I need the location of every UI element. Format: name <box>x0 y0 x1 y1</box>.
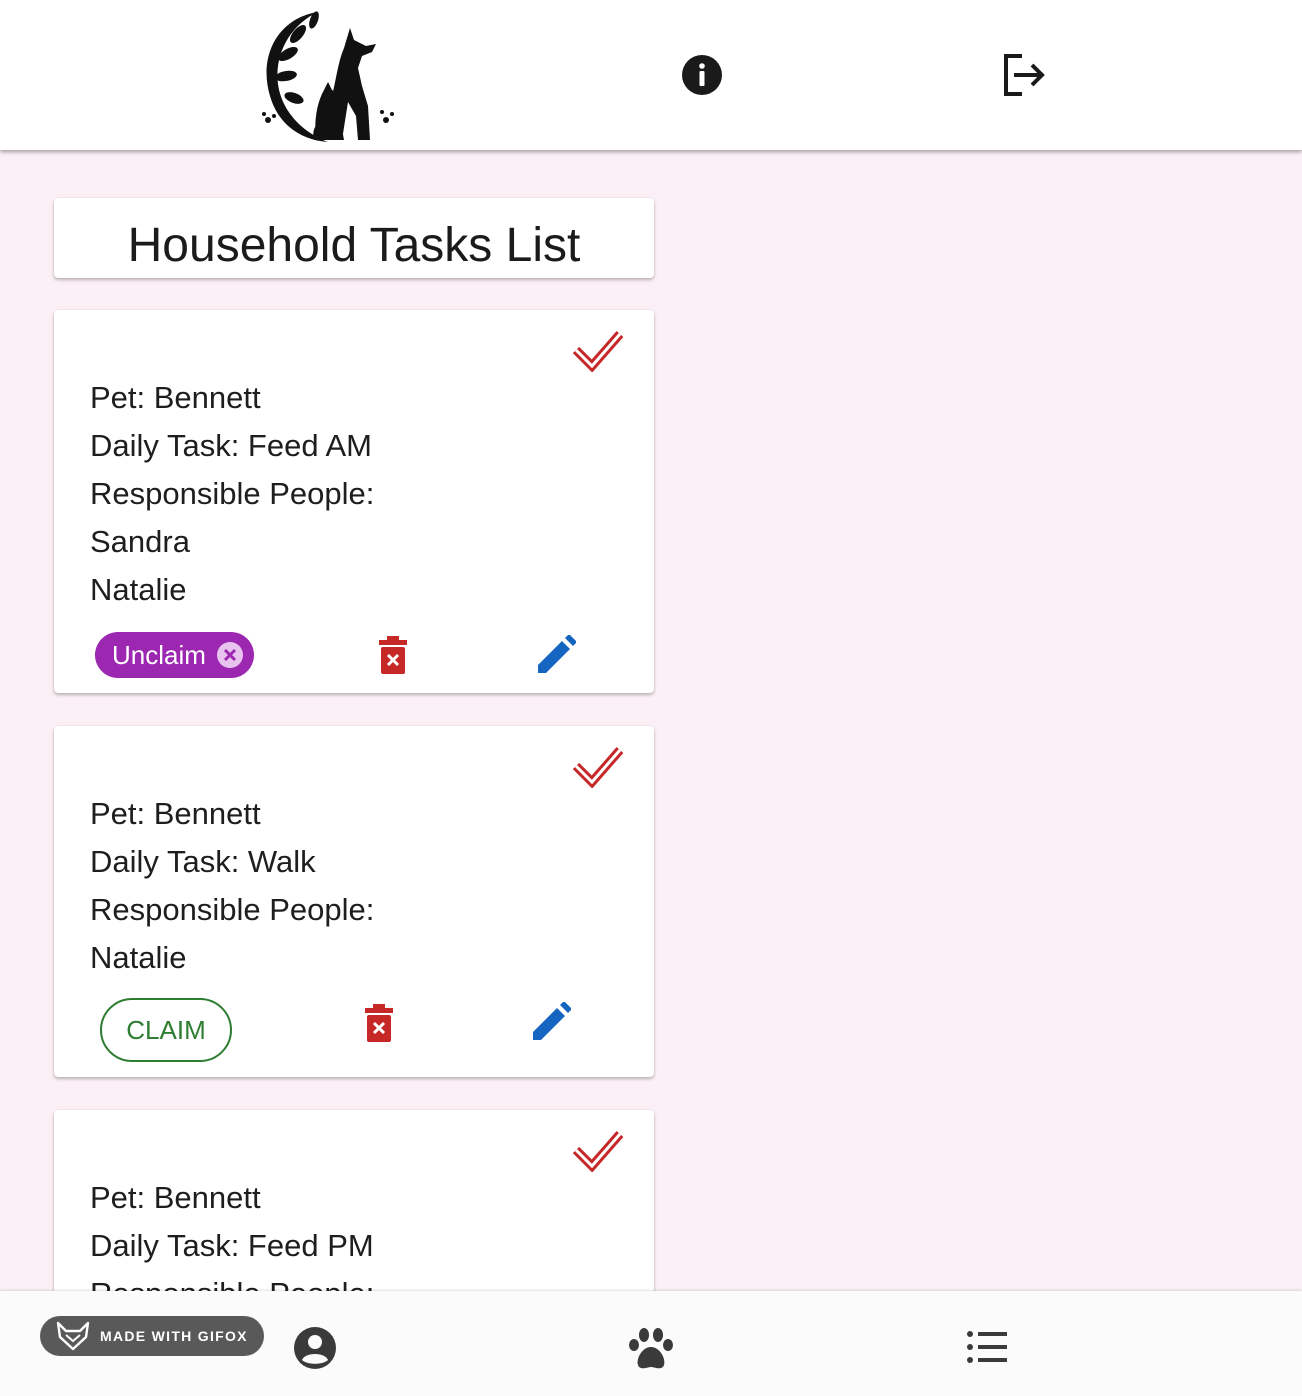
bottom-navigation: MADE WITH GIFOX <box>0 1291 1302 1396</box>
task-details: Pet: Bennett Daily Task: Feed PM Respons… <box>90 1174 374 1291</box>
complete-check-icon[interactable] <box>572 744 624 788</box>
gifox-badge: MADE WITH GIFOX <box>40 1316 264 1356</box>
paw-icon[interactable] <box>628 1327 674 1371</box>
list-icon[interactable] <box>966 1329 1008 1365</box>
task-card: Pet: Bennett Daily Task: Feed AM Respons… <box>54 310 654 693</box>
responsible-label: Responsible People: <box>90 1270 374 1291</box>
page-title-card: Household Tasks List <box>54 198 654 278</box>
delete-icon[interactable] <box>364 1003 394 1043</box>
unclaim-label: Unclaim <box>112 640 206 670</box>
app-header <box>0 0 1302 150</box>
gifox-label: MADE WITH GIFOX <box>100 1328 248 1344</box>
complete-check-icon[interactable] <box>572 328 624 372</box>
info-icon[interactable] <box>681 54 723 96</box>
responsible-person: Natalie <box>90 940 187 975</box>
task-details: Pet: Bennett Daily Task: Walk Responsibl… <box>90 790 374 982</box>
page-title: Household Tasks List <box>127 219 581 272</box>
responsible-label: Responsible People: <box>90 892 375 927</box>
task-label: Daily Task: Feed AM <box>90 428 372 463</box>
delete-icon[interactable] <box>378 635 408 675</box>
task-label: Daily Task: Feed PM <box>90 1228 374 1263</box>
logout-icon[interactable] <box>1000 52 1048 98</box>
pet-label: Pet: Bennett <box>90 380 261 415</box>
edit-icon[interactable] <box>531 1002 571 1042</box>
task-details: Pet: Bennett Daily Task: Feed AM Respons… <box>90 374 374 614</box>
cancel-circle-icon[interactable] <box>216 641 244 669</box>
fox-icon <box>56 1321 90 1351</box>
task-card: Pet: Bennett Daily Task: Walk Responsibl… <box>54 726 654 1077</box>
responsible-person: Sandra <box>90 524 190 559</box>
responsible-person: Natalie <box>90 572 187 607</box>
complete-check-icon[interactable] <box>572 1128 624 1172</box>
pet-label: Pet: Bennett <box>90 1180 261 1215</box>
edit-icon[interactable] <box>536 635 576 675</box>
main-content: Household Tasks List Pet: Bennett Daily … <box>0 150 1302 1291</box>
cat-dog-logo <box>262 11 394 142</box>
task-card: Pet: Bennett Daily Task: Feed PM Respons… <box>54 1110 654 1291</box>
profile-icon[interactable] <box>293 1326 337 1370</box>
unclaim-chip[interactable]: Unclaim <box>95 632 254 678</box>
responsible-label: Responsible People: <box>90 476 375 511</box>
claim-button[interactable]: CLAIM <box>100 998 232 1062</box>
task-label: Daily Task: Walk <box>90 844 316 879</box>
pet-label: Pet: Bennett <box>90 796 261 831</box>
